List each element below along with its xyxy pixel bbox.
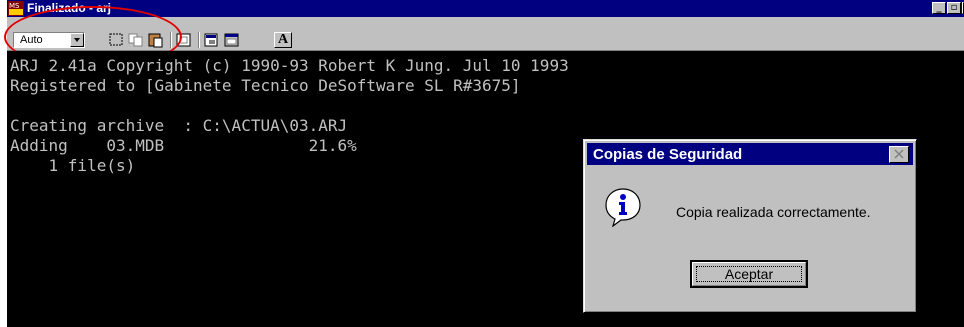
ok-button[interactable]: Aceptar — [690, 260, 808, 288]
minimize-button[interactable]: _ — [932, 2, 946, 14]
console-line: 1 file(s) — [10, 156, 136, 175]
dialog-title-bar[interactable]: Copias de Seguridad — [587, 143, 913, 165]
maximize-button[interactable]: ▫ — [947, 2, 961, 14]
toolbar-separator — [198, 32, 200, 48]
console-line: ARJ 2.41a Copyright (c) 1990-93 Robert K… — [10, 56, 569, 75]
dialog-title: Copias de Seguridad — [593, 146, 743, 163]
properties-icon[interactable] — [203, 32, 221, 48]
info-icon — [605, 188, 641, 227]
font-button[interactable]: A — [274, 32, 292, 48]
dialog-close-button[interactable] — [889, 146, 909, 163]
close-icon — [894, 149, 904, 159]
dialog-message: Copia realizada correctamente. — [676, 204, 871, 220]
svg-text:MS: MS — [9, 2, 20, 10]
console-line: Registered to [Gabinete Tecnico DeSoftwa… — [10, 76, 521, 95]
ok-button-label: Aceptar — [724, 266, 774, 282]
message-dialog: Copias de Seguridad Copia realizada corr… — [583, 139, 917, 313]
background-icon[interactable] — [223, 32, 241, 48]
ms-dos-icon: MS — [8, 1, 24, 16]
console-line: Adding 03.MDB 21.6% — [10, 136, 357, 155]
console-line: Creating archive : C:\ACTUA\03.ARJ — [10, 116, 348, 135]
